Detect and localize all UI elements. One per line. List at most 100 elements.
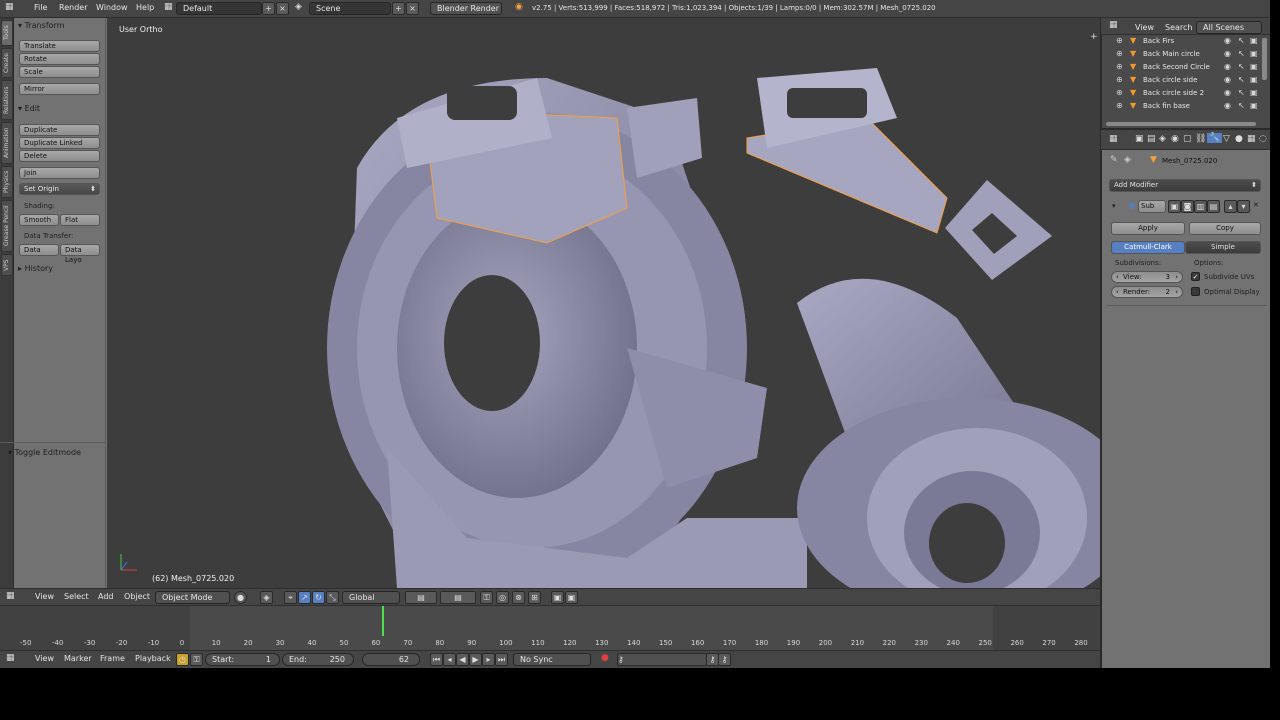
menu-help[interactable]: Help (136, 3, 154, 12)
record-icon[interactable]: ● (601, 653, 609, 663)
expand-icon[interactable]: ⊕ (1116, 36, 1123, 45)
add-modifier-select[interactable]: Add Modifier ⬍ (1109, 179, 1261, 192)
region-toggle-plus-icon[interactable]: + (1090, 32, 1098, 42)
optimal-display-checkbox[interactable] (1191, 287, 1200, 296)
menu-object[interactable]: Object (124, 592, 150, 601)
join-button[interactable]: Join (19, 167, 100, 179)
jump-start-icon[interactable]: ⏮ (430, 653, 443, 666)
expand-icon[interactable]: ⊕ (1116, 88, 1123, 97)
tab-relations[interactable]: Relations (1, 80, 13, 120)
editor-type-icon[interactable]: ▦ (1109, 20, 1118, 30)
delete-keyframe-icon[interactable]: ⚷ (718, 653, 731, 666)
selectable-cursor-icon[interactable]: ↖ (1238, 75, 1245, 84)
render-layers-tab-icon[interactable]: ▤ (1147, 134, 1156, 144)
3d-viewport[interactable]: User Ortho (62) Mesh_0725.020 + (107, 18, 1100, 588)
render-camera-icon[interactable]: ▣ (1250, 49, 1258, 58)
outliner-row[interactable]: ⊕ ▼ Back Main circle ◉ ↖ ▣ (1102, 48, 1262, 61)
selectable-cursor-icon[interactable]: ↖ (1238, 36, 1245, 45)
visibility-eye-icon[interactable]: ◉ (1224, 62, 1231, 71)
edit-panel-header[interactable]: ▾ Edit (18, 104, 40, 113)
set-origin-select[interactable]: Set Origin ⬍ (19, 183, 100, 195)
selectable-cursor-icon[interactable]: ↖ (1238, 62, 1245, 71)
delete-button[interactable]: Delete (19, 150, 100, 162)
jump-end-icon[interactable]: ⏭ (495, 653, 508, 666)
screen-layout-field[interactable]: Default (176, 2, 262, 15)
tab-tools[interactable]: Tools (1, 20, 13, 46)
add-screen-icon[interactable]: + (262, 2, 275, 15)
editor-type-icon[interactable]: ▦ (1109, 134, 1118, 144)
texture-tab-icon[interactable]: ▦ (1247, 134, 1256, 144)
transform-panel-header[interactable]: ▾ Transform (18, 21, 64, 30)
editor-type-icon[interactable]: ▦ (6, 653, 15, 663)
menu-file[interactable]: File (34, 3, 47, 12)
menu-frame[interactable]: Frame (100, 654, 125, 663)
simple-button[interactable]: Simple (1185, 241, 1261, 254)
menu-render[interactable]: Render (59, 3, 87, 12)
data-tab-icon[interactable]: ▽ (1223, 134, 1230, 144)
move-up-icon[interactable]: ▴ (1224, 200, 1237, 213)
duplicate-linked-button[interactable]: Duplicate Linked (19, 137, 100, 149)
menu-add[interactable]: Add (98, 592, 114, 601)
render-camera-icon[interactable]: ▣ (1250, 101, 1258, 110)
outliner-scrollbar[interactable] (1262, 38, 1267, 80)
menu-search[interactable]: Search (1165, 23, 1192, 32)
visibility-eye-icon[interactable]: ◉ (1224, 49, 1231, 58)
lock-layers-icon[interactable]: ⚿ (480, 591, 493, 604)
info-editor-icon[interactable]: ▦ (5, 2, 14, 12)
start-frame-field[interactable]: Start: 1 (205, 653, 280, 666)
selectable-cursor-icon[interactable]: ↖ (1238, 101, 1245, 110)
mode-select[interactable]: Object Mode (155, 591, 230, 604)
mirror-button[interactable]: Mirror (19, 83, 100, 95)
manipulator-icon[interactable]: ⌖ (284, 591, 297, 604)
menu-select[interactable]: Select (64, 592, 89, 601)
playhead[interactable] (381, 606, 384, 636)
visibility-eye-icon[interactable]: ◉ (1224, 75, 1231, 84)
tab-vps[interactable]: VPS (1, 254, 13, 276)
selectable-cursor-icon[interactable]: ↖ (1238, 49, 1245, 58)
menu-marker[interactable]: Marker (64, 654, 92, 663)
layers-icon[interactable]: ▤ (405, 591, 437, 604)
expand-icon[interactable]: ⊕ (1116, 62, 1123, 71)
outliner-hscrollbar[interactable] (1106, 122, 1256, 126)
opengl-render-icon[interactable]: ▣ (551, 591, 564, 604)
outliner-row[interactable]: ⊕ ▼ Back circle side ◉ ↖ ▣ (1102, 74, 1262, 87)
translate-manipulator-icon[interactable]: ↗ (298, 591, 311, 604)
pin-icon[interactable]: ✎ (1110, 155, 1118, 165)
rotate-manipulator-icon[interactable]: ↻ (312, 591, 325, 604)
editor-type-icon[interactable]: ▦ (6, 591, 15, 601)
world-tab-icon[interactable]: ◉ (1171, 134, 1179, 144)
snap-icon[interactable]: ⊗ (512, 591, 525, 604)
play-icon[interactable]: ▶ (469, 653, 482, 666)
keying-set-icon[interactable]: ⚷ (617, 653, 707, 666)
apply-button[interactable]: Apply (1111, 222, 1185, 235)
render-levels-field[interactable]: ‹ Render: 2 › (1111, 286, 1183, 298)
jump-key-back-icon[interactable]: ◂ (443, 653, 456, 666)
modifier-name-field[interactable]: Sub (1138, 200, 1166, 213)
scale-button[interactable]: Scale (19, 66, 100, 78)
data-layout-button[interactable]: Data Layo (60, 244, 100, 264)
flat-button[interactable]: Flat (60, 214, 100, 226)
material-tab-icon[interactable]: ● (1235, 134, 1243, 144)
physics-tab-icon[interactable]: ◌ (1259, 134, 1267, 144)
render-engine-select[interactable]: Blender Render (430, 2, 502, 15)
outliner-row[interactable]: ⊕ ▼ Back circle side 2 ◉ ↖ ▣ (1102, 87, 1262, 100)
catmull-clark-button[interactable]: Catmull-Clark (1111, 241, 1185, 254)
remove-screen-icon[interactable]: × (276, 2, 289, 15)
tab-grease-pencil[interactable]: Grease Pencil (1, 200, 13, 252)
menu-view[interactable]: View (35, 654, 54, 663)
menu-window[interactable]: Window (96, 3, 128, 12)
subdivide-uvs-checkbox[interactable]: ✓ (1191, 272, 1200, 281)
snap-element-icon[interactable]: ⊞ (528, 591, 541, 604)
render-camera-icon[interactable]: ▣ (1250, 36, 1258, 45)
end-frame-field[interactable]: End: 250 (282, 653, 354, 666)
play-reverse-icon[interactable]: ◀ (456, 653, 469, 666)
translate-button[interactable]: Translate (19, 40, 100, 52)
display-in-render-icon[interactable]: ▣ (1168, 200, 1181, 213)
menu-view[interactable]: View (1135, 23, 1154, 32)
visibility-eye-icon[interactable]: ◉ (1224, 36, 1231, 45)
constraints-tab-icon[interactable]: ⛓ (1195, 134, 1206, 144)
viewport-shading-icon[interactable]: ● (234, 591, 247, 604)
timeline-area[interactable]: -50 -40 -30 -20 -10 0 10 20 30 40 50 60 70 80 90 100 110… (0, 606, 1100, 650)
visibility-eye-icon[interactable]: ◉ (1224, 101, 1231, 110)
on-cage-icon[interactable]: ▤ (1207, 200, 1220, 213)
